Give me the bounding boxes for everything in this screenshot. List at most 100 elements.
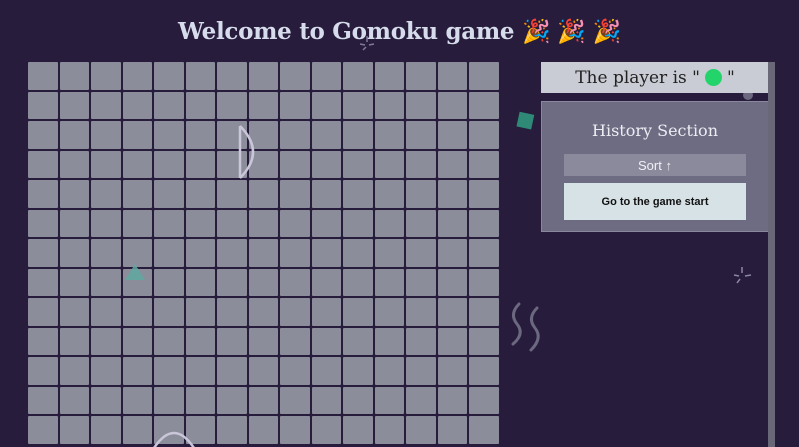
board-cell[interactable] (469, 121, 499, 149)
board-cell[interactable] (28, 386, 58, 414)
board-cell[interactable] (280, 268, 310, 296)
board-cell[interactable] (154, 150, 184, 178)
board-cell[interactable] (59, 327, 89, 355)
board-cell[interactable] (311, 416, 341, 444)
board-cell[interactable] (280, 298, 310, 326)
board-cell[interactable] (469, 62, 499, 90)
board-cell[interactable] (59, 209, 89, 237)
board-cell[interactable] (154, 298, 184, 326)
board-cell[interactable] (311, 180, 341, 208)
board-cell[interactable] (343, 357, 373, 385)
board-cell[interactable] (280, 239, 310, 267)
board-cell[interactable] (311, 298, 341, 326)
board-cell[interactable] (280, 209, 310, 237)
board-cell[interactable] (59, 150, 89, 178)
board-cell[interactable] (91, 150, 121, 178)
board-cell[interactable] (374, 416, 404, 444)
board-cell[interactable] (154, 416, 184, 444)
board-cell[interactable] (280, 150, 310, 178)
board-cell[interactable] (217, 357, 247, 385)
board-cell[interactable] (406, 209, 436, 237)
board-cell[interactable] (469, 209, 499, 237)
sort-button[interactable]: Sort ↑ (564, 154, 746, 176)
board-cell[interactable] (59, 298, 89, 326)
board-cell[interactable] (185, 121, 215, 149)
board-cell[interactable] (406, 91, 436, 119)
board-cell[interactable] (248, 416, 278, 444)
board-cell[interactable] (406, 327, 436, 355)
board-cell[interactable] (28, 239, 58, 267)
board-cell[interactable] (28, 416, 58, 444)
board-cell[interactable] (374, 209, 404, 237)
board-cell[interactable] (437, 327, 467, 355)
board-cell[interactable] (280, 416, 310, 444)
board-cell[interactable] (217, 180, 247, 208)
board-cell[interactable] (280, 62, 310, 90)
board-cell[interactable] (91, 62, 121, 90)
board-cell[interactable] (374, 91, 404, 119)
go-to-game-start-button[interactable]: Go to the game start (564, 183, 746, 220)
board-cell[interactable] (154, 180, 184, 208)
board-cell[interactable] (280, 121, 310, 149)
board-cell[interactable] (28, 150, 58, 178)
board-cell[interactable] (91, 239, 121, 267)
board-cell[interactable] (59, 180, 89, 208)
board-cell[interactable] (217, 209, 247, 237)
board-cell[interactable] (311, 357, 341, 385)
board-cell[interactable] (217, 150, 247, 178)
board-cell[interactable] (406, 121, 436, 149)
board-cell[interactable] (374, 357, 404, 385)
board-cell[interactable] (185, 386, 215, 414)
board-cell[interactable] (122, 327, 152, 355)
board-cell[interactable] (343, 327, 373, 355)
board-cell[interactable] (469, 298, 499, 326)
board-cell[interactable] (28, 180, 58, 208)
board-cell[interactable] (437, 357, 467, 385)
board-cell[interactable] (185, 150, 215, 178)
scrollbar[interactable] (768, 62, 775, 447)
board-cell[interactable] (185, 209, 215, 237)
board-cell[interactable] (217, 62, 247, 90)
board-cell[interactable] (406, 357, 436, 385)
board-cell[interactable] (91, 357, 121, 385)
board-cell[interactable] (185, 357, 215, 385)
board-cell[interactable] (28, 209, 58, 237)
board-cell[interactable] (248, 327, 278, 355)
board-cell[interactable] (469, 416, 499, 444)
board-cell[interactable] (28, 268, 58, 296)
board-cell[interactable] (122, 62, 152, 90)
board-cell[interactable] (154, 209, 184, 237)
board-cell[interactable] (469, 386, 499, 414)
board-cell[interactable] (280, 180, 310, 208)
board-cell[interactable] (437, 298, 467, 326)
board-cell[interactable] (437, 416, 467, 444)
board-cell[interactable] (406, 180, 436, 208)
board-cell[interactable] (59, 416, 89, 444)
board-cell[interactable] (406, 386, 436, 414)
board-cell[interactable] (122, 357, 152, 385)
board-cell[interactable] (374, 327, 404, 355)
board-cell[interactable] (217, 239, 247, 267)
board-cell[interactable] (154, 357, 184, 385)
board-cell[interactable] (91, 268, 121, 296)
board-cell[interactable] (91, 209, 121, 237)
board-cell[interactable] (28, 121, 58, 149)
board-cell[interactable] (248, 121, 278, 149)
board-cell[interactable] (91, 416, 121, 444)
board-cell[interactable] (280, 91, 310, 119)
board-cell[interactable] (374, 121, 404, 149)
board-cell[interactable] (374, 180, 404, 208)
board-cell[interactable] (91, 327, 121, 355)
board-cell[interactable] (185, 416, 215, 444)
board-cell[interactable] (185, 239, 215, 267)
board-cell[interactable] (374, 268, 404, 296)
board-cell[interactable] (343, 416, 373, 444)
board-cell[interactable] (437, 91, 467, 119)
board-cell[interactable] (185, 91, 215, 119)
board-cell[interactable] (374, 62, 404, 90)
board-cell[interactable] (469, 327, 499, 355)
board-cell[interactable] (343, 121, 373, 149)
board-cell[interactable] (248, 386, 278, 414)
board-cell[interactable] (28, 327, 58, 355)
board-cell[interactable] (374, 386, 404, 414)
